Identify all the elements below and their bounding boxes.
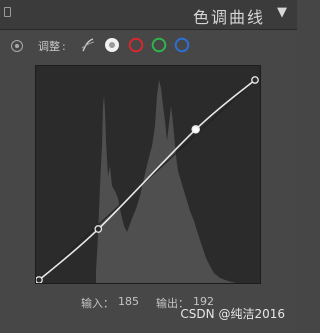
targeted-adjustment-tool-icon[interactable]: [11, 40, 23, 52]
panel-handle-icon[interactable]: [4, 7, 11, 17]
histogram: [96, 80, 236, 283]
curve-canvas[interactable]: [36, 66, 260, 283]
tone-curve-panel: 色调曲线 ▼ 调整: 输入： 185 输出： 192 CSDN @纯洁2016: [0, 0, 297, 333]
curve-control-point-selected[interactable]: [191, 125, 200, 134]
curve-control-point[interactable]: [251, 76, 259, 84]
collapse-triangle-icon[interactable]: ▼: [277, 5, 287, 20]
curve-toolbar: 调整:: [0, 31, 297, 59]
input-label: 输入：: [81, 297, 114, 310]
panel-header[interactable]: 色调曲线 ▼: [0, 0, 297, 30]
curve-graph[interactable]: [35, 65, 261, 284]
adjust-label-text: 调整: [38, 40, 60, 53]
red-channel-button[interactable]: [128, 37, 144, 53]
blue-channel-button[interactable]: [174, 37, 190, 53]
adjust-label: 调整:: [38, 38, 66, 54]
curve-control-point[interactable]: [36, 276, 43, 283]
panel-title: 色调曲线: [192, 8, 265, 27]
watermark: CSDN @纯洁2016: [180, 307, 285, 321]
curve-control-point[interactable]: [94, 225, 103, 233]
green-channel-button[interactable]: [151, 37, 167, 53]
adjust-label-colon: :: [62, 40, 66, 53]
parametric-curve-icon[interactable]: [80, 37, 96, 53]
input-value: 185: [118, 295, 139, 308]
rgb-channel-button[interactable]: [104, 37, 120, 53]
